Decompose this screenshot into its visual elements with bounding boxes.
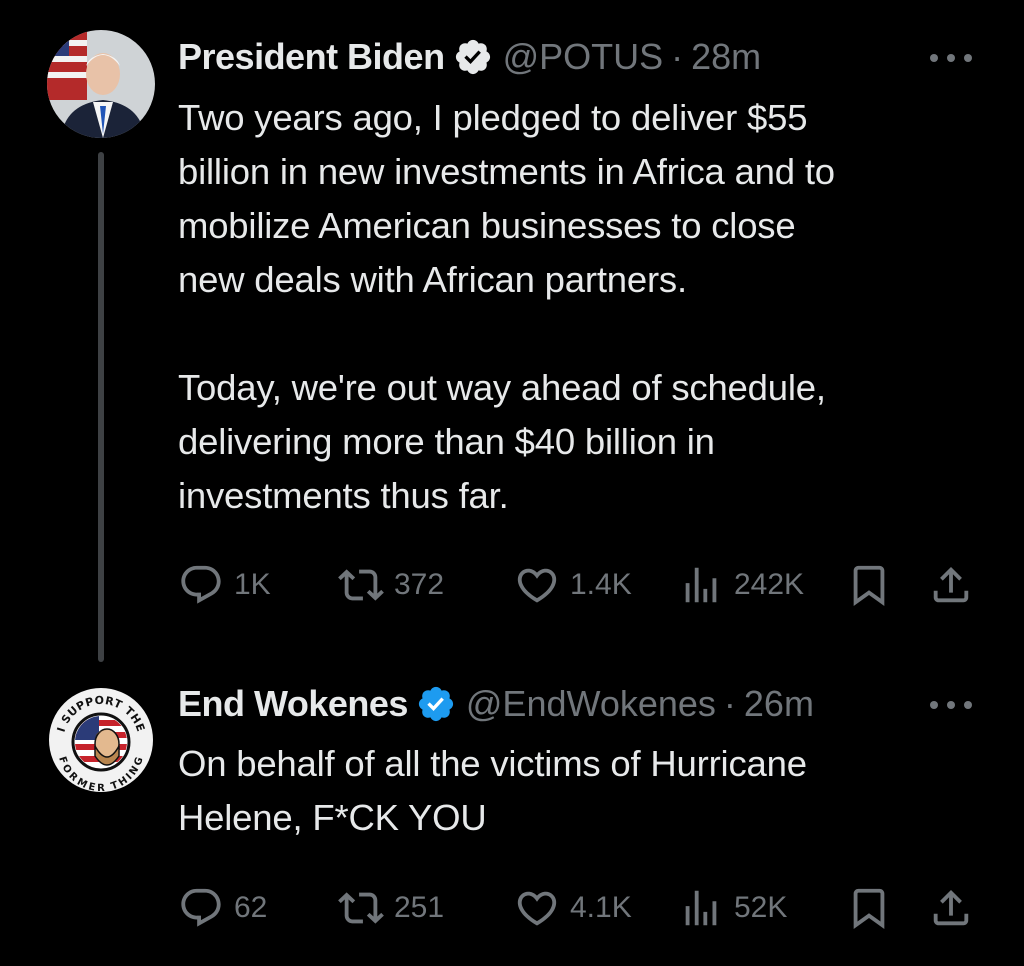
avatar-potus[interactable]: [47, 30, 155, 138]
bookmark-icon: [853, 565, 885, 606]
tweet-header: End Wokenes @EndWokenes · 26m: [178, 679, 814, 729]
views-count: 52K: [734, 891, 788, 924]
bookmark-button[interactable]: [846, 560, 892, 610]
author-handle[interactable]: @POTUS: [503, 36, 664, 78]
repost-button[interactable]: 372: [338, 560, 444, 610]
bookmark-button[interactable]: [846, 883, 892, 933]
tweet-actions: 62 251 4.1K 52K: [178, 883, 976, 933]
verified-badge-icon: [416, 684, 456, 724]
repost-count: 372: [394, 568, 445, 601]
repost-arrows-icon: [338, 892, 384, 924]
share-button[interactable]: [928, 560, 974, 610]
more-options-icon[interactable]: [930, 695, 972, 715]
badge-avatar-icon: I SUPPORT THE FORMER THING: [47, 686, 155, 794]
tweet-text: On behalf of all the victims of Hurrican…: [178, 743, 807, 838]
repost-button[interactable]: 251: [338, 883, 444, 933]
repost-count: 251: [394, 891, 445, 924]
like-count: 1.4K: [570, 568, 632, 601]
heart-icon: [517, 891, 557, 926]
thread-connector-line: [98, 152, 104, 662]
separator-dot: ·: [671, 36, 684, 77]
views-count: 242K: [734, 568, 805, 601]
author-name[interactable]: President Biden: [178, 36, 445, 78]
author-name[interactable]: End Wokenes: [178, 683, 408, 725]
verified-badge-icon: [453, 37, 493, 77]
like-count: 4.1K: [570, 891, 632, 924]
like-button[interactable]: 4.1K: [514, 883, 632, 933]
tweet-text: Two years ago, I pledged to deliver $55 …: [178, 97, 835, 516]
portrait-avatar-icon: [47, 30, 155, 138]
like-button[interactable]: 1.4K: [514, 560, 632, 610]
avatar-endwokenes[interactable]: I SUPPORT THE FORMER THING: [47, 686, 155, 794]
share-upload-icon: [933, 566, 969, 603]
bookmark-icon: [853, 888, 885, 929]
bar-chart-icon: [685, 567, 717, 603]
repost-arrows-icon: [338, 569, 384, 601]
bar-chart-icon: [685, 890, 717, 926]
tweet-endwokenes[interactable]: I SUPPORT THE FORMER THING End Wokenes @…: [0, 660, 1024, 966]
views-button[interactable]: 52K: [678, 883, 787, 933]
tweet-timestamp[interactable]: 28m: [691, 36, 761, 78]
tweet-potus[interactable]: President Biden @POTUS · 28m Two years a…: [0, 0, 1024, 662]
reply-button[interactable]: 1K: [178, 560, 271, 610]
reply-button[interactable]: 62: [178, 883, 267, 933]
separator-dot: ·: [723, 683, 736, 724]
author-handle[interactable]: @EndWokenes: [466, 683, 716, 725]
speech-bubble-icon: [181, 888, 221, 927]
views-button[interactable]: 242K: [678, 560, 804, 610]
heart-icon: [517, 568, 557, 603]
share-button[interactable]: [928, 883, 974, 933]
share-upload-icon: [933, 889, 969, 926]
tweet-header: President Biden @POTUS · 28m: [178, 32, 761, 82]
reply-count: 1K: [234, 568, 271, 601]
reply-count: 62: [234, 891, 268, 924]
tweet-actions: 1K 372 1.4K 242K: [178, 560, 976, 610]
tweet-timestamp[interactable]: 26m: [744, 683, 814, 725]
speech-bubble-icon: [181, 565, 221, 604]
more-options-icon[interactable]: [930, 48, 972, 68]
